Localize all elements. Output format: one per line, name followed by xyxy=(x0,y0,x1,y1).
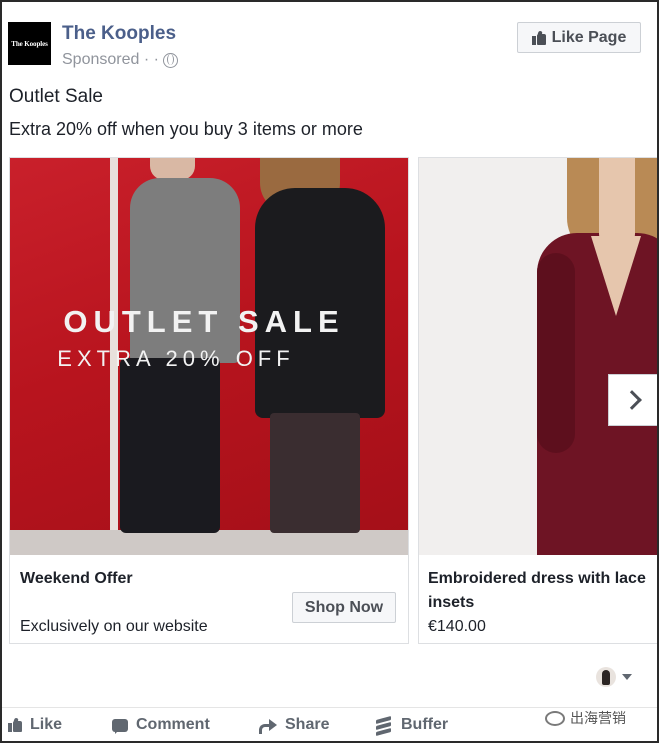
comment-button[interactable]: Comment xyxy=(112,716,210,734)
sponsored-label: Sponsored · · xyxy=(62,51,178,69)
watermark-text: 出海营销 xyxy=(570,710,626,726)
buffer-stack-icon xyxy=(375,715,393,737)
post-title: Outlet Sale xyxy=(9,86,103,107)
page-name-link[interactable]: The Kooples xyxy=(62,23,176,45)
like-page-label: Like Page xyxy=(551,28,627,46)
woman-figure-legs xyxy=(270,413,360,533)
man-figure-head xyxy=(150,158,195,180)
like-label: Like xyxy=(30,716,63,733)
outlet-sale-image[interactable]: OUTLET SALE EXTRA 20% OFF xyxy=(10,158,408,555)
thumbs-up-icon xyxy=(8,717,22,732)
card-description: Exclusively on our website xyxy=(20,618,208,635)
image-headline: OUTLET SALE xyxy=(63,304,345,339)
shop-now-button[interactable]: Shop Now xyxy=(292,592,396,623)
like-button[interactable]: Like xyxy=(8,716,62,734)
reaction-identity-selector[interactable] xyxy=(596,667,632,687)
like-page-button[interactable]: Like Page xyxy=(517,22,641,53)
share-button[interactable]: Share xyxy=(259,716,329,734)
card-title[interactable]: Weekend Offer xyxy=(20,567,133,591)
caret-down-icon xyxy=(622,674,632,680)
avatar xyxy=(596,667,616,687)
card-title[interactable]: Embroidered dress with lace insets xyxy=(428,567,657,615)
page-logo[interactable]: The Kooples xyxy=(8,22,51,65)
share-icon xyxy=(259,718,277,734)
buffer-button[interactable]: Buffer xyxy=(375,715,449,737)
post-text: Extra 20% off when you buy 3 items or mo… xyxy=(9,119,363,139)
carousel-card-weekend-offer[interactable]: OUTLET SALE EXTRA 20% OFF Weekend Offer … xyxy=(9,157,409,644)
globe-icon xyxy=(162,52,178,68)
carousel-next-button[interactable] xyxy=(608,374,657,426)
chevron-right-icon xyxy=(622,390,642,410)
watermark: 出海营销 xyxy=(545,708,626,728)
comment-label: Comment xyxy=(136,716,210,733)
ad-post: The Kooples The Kooples Sponsored · · Li… xyxy=(0,0,659,743)
floor xyxy=(10,530,408,555)
thumbs-up-icon xyxy=(531,29,546,45)
model-neck xyxy=(599,158,635,248)
dress-product-image[interactable] xyxy=(419,158,657,555)
man-figure-legs xyxy=(120,358,220,533)
comment-icon xyxy=(112,718,128,734)
dress-sleeve xyxy=(537,253,575,453)
buffer-label: Buffer xyxy=(401,716,449,733)
wechat-icon xyxy=(545,710,565,726)
share-label: Share xyxy=(285,716,330,733)
sponsored-text: Sponsored · · xyxy=(62,51,159,68)
image-subheadline: EXTRA 20% OFF xyxy=(57,346,295,371)
card-price: €140.00 xyxy=(428,618,486,635)
woman-figure-coat xyxy=(255,188,385,418)
